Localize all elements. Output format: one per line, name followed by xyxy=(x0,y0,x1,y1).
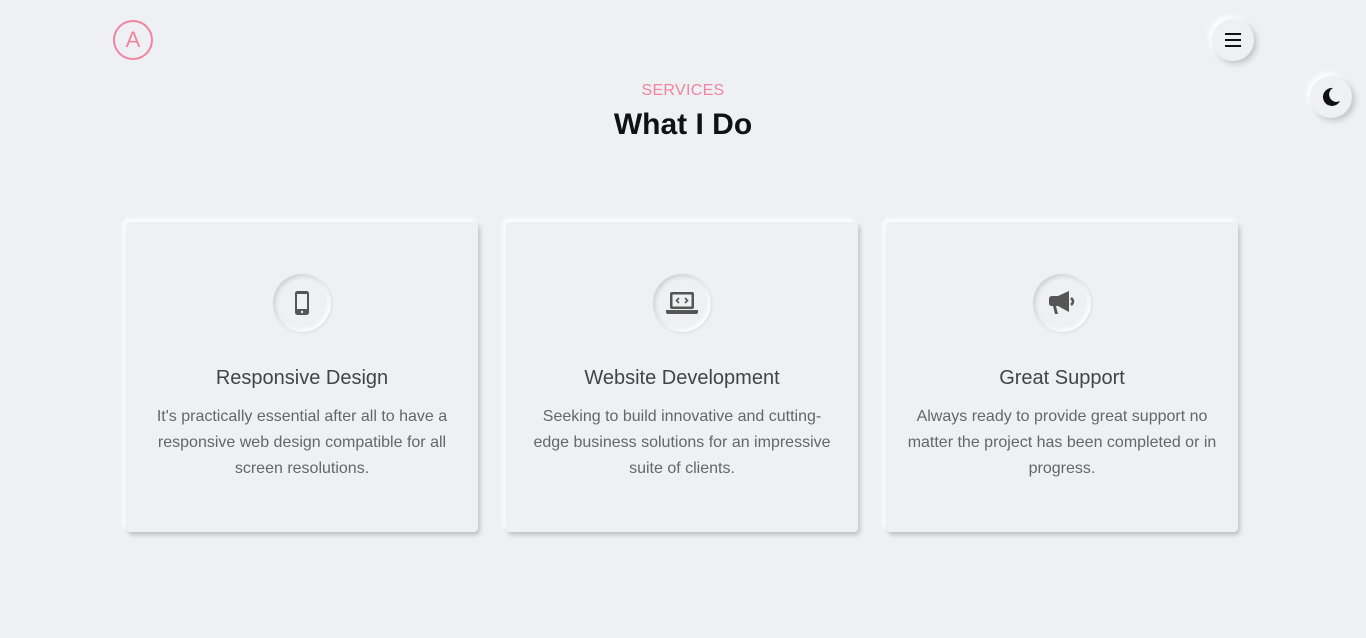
menu-button[interactable] xyxy=(1212,19,1254,61)
service-description: It's practically essential after all to … xyxy=(156,408,448,477)
service-icon-badge xyxy=(1033,274,1091,332)
service-icon-badge xyxy=(653,274,711,332)
service-icon-badge xyxy=(273,274,331,332)
service-description: Always ready to provide great support no… xyxy=(907,408,1217,477)
section-eyebrow: SERVICES xyxy=(641,82,725,99)
logo[interactable]: A xyxy=(113,20,153,60)
service-card-website-development: Website Development Seeking to build inn… xyxy=(506,222,858,532)
mobile-phone-icon xyxy=(295,291,309,315)
hamburger-menu-icon xyxy=(1225,33,1241,47)
service-title: Great Support xyxy=(999,367,1125,389)
megaphone-icon xyxy=(1049,291,1075,314)
service-title: Website Development xyxy=(584,367,780,389)
logo-letter: A xyxy=(125,27,141,52)
service-card-responsive-design: Responsive Design It's practically essen… xyxy=(126,222,478,532)
service-title: Responsive Design xyxy=(215,367,389,389)
service-card-great-support: Great Support Always ready to provide gr… xyxy=(886,222,1238,532)
service-description: Seeking to build innovative and cutting-… xyxy=(533,408,831,477)
section-title: What I Do xyxy=(613,108,753,141)
page: A SERVICES What I Do Responsive Design I… xyxy=(0,0,1366,638)
laptop-code-icon xyxy=(666,292,698,314)
